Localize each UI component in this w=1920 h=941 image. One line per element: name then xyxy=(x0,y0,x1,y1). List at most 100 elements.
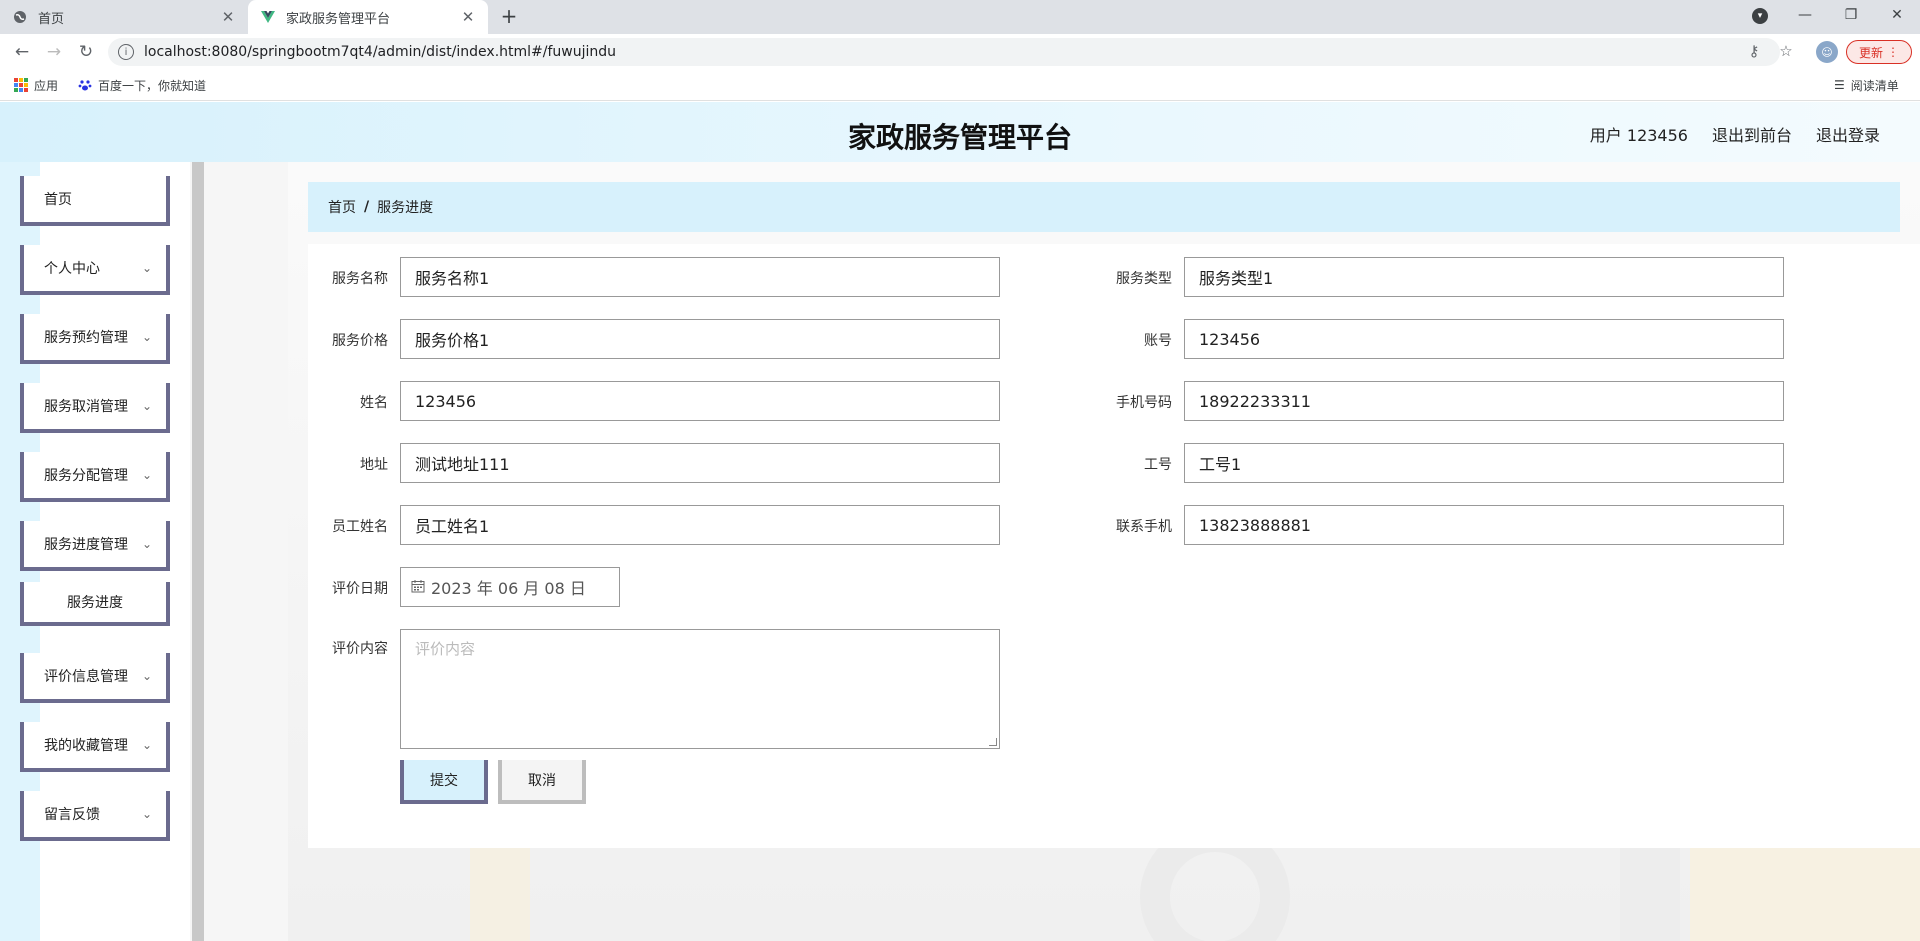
review-date-value: 2023 年 06 月 08 日 xyxy=(431,579,586,598)
sidebar-item-label: 个人中心 xyxy=(44,261,100,277)
browser-tabbar: 首页 ✕ 家政服务管理平台 ✕ + ▾ — ❐ ✕ xyxy=(0,0,1920,34)
account-label: 账号 xyxy=(1144,333,1172,349)
back-to-front-link[interactable]: 退出到前台 xyxy=(1712,122,1792,146)
sidebar-item-progress-management[interactable]: 服务进度管理 ⌄ xyxy=(20,521,170,571)
sidebar-item-home[interactable]: 首页 xyxy=(20,176,170,226)
reading-list-icon: ☰ xyxy=(1834,78,1845,92)
review-content-placeholder: 评价内容 xyxy=(415,640,476,658)
tab-search-icon[interactable]: ▾ xyxy=(1752,8,1768,24)
background-decoration xyxy=(1690,842,1920,941)
chevron-down-icon: ⌄ xyxy=(141,261,152,275)
chevron-down-icon: ⌄ xyxy=(141,738,152,752)
cancel-button[interactable]: 取消 xyxy=(498,760,586,804)
resize-handle[interactable] xyxy=(989,738,997,746)
url-text: localhost:8080/springbootm7qt4/admin/dis… xyxy=(144,44,617,60)
globe-icon xyxy=(12,9,28,25)
sidebar-item-label: 服务预约管理 xyxy=(44,330,128,346)
app-root: 家政服务管理平台 用户 123456 退出到前台 退出登录 首页 个人中心 ⌄ … xyxy=(0,102,1920,941)
employee-id-label: 工号 xyxy=(1144,457,1172,473)
new-tab-icon[interactable]: + xyxy=(498,6,520,28)
review-content-textarea[interactable]: 评价内容 xyxy=(400,629,1000,749)
bookmark-reading-list[interactable]: ☰ 阅读清单 xyxy=(1834,76,1899,94)
contact-phone-input[interactable]: 13823888881 xyxy=(1184,505,1784,545)
app-header: 家政服务管理平台 用户 123456 退出到前台 退出登录 xyxy=(0,102,1920,162)
address-bar[interactable]: i localhost:8080/springbootm7qt4/admin/d… xyxy=(108,38,1780,66)
avatar[interactable]: ☺ xyxy=(1816,41,1838,63)
window-close-icon[interactable]: ✕ xyxy=(1874,0,1920,30)
review-date-label: 评价日期 xyxy=(332,581,388,597)
cancel-label: 取消 xyxy=(528,773,556,789)
update-button[interactable]: 更新 ⋮ xyxy=(1846,40,1912,64)
service-type-input[interactable]: 服务类型1 xyxy=(1184,257,1784,297)
close-icon[interactable]: ✕ xyxy=(460,8,476,26)
star-icon[interactable]: ☆ xyxy=(1775,40,1797,62)
service-price-input[interactable]: 服务价格1 xyxy=(400,319,1000,359)
chevron-down-icon: ⌄ xyxy=(141,330,152,344)
employee-name-input[interactable]: 员工姓名1 xyxy=(400,505,1000,545)
sidebar-item-label: 服务取消管理 xyxy=(44,399,128,415)
bookmark-label: 百度一下，你就知道 xyxy=(98,78,207,93)
phone-label: 手机号码 xyxy=(1116,395,1172,411)
current-user: 用户 123456 xyxy=(1589,126,1688,145)
sidebar-item-feedback[interactable]: 留言反馈 ⌄ xyxy=(20,791,170,841)
sidebar-subitem-progress[interactable]: 服务进度 xyxy=(20,582,170,626)
sidebar-item-label: 服务进度管理 xyxy=(44,537,128,553)
sidebar-item-label: 服务进度 xyxy=(67,595,123,611)
service-name-input[interactable]: 服务名称1 xyxy=(400,257,1000,297)
sidebar-item-label: 我的收藏管理 xyxy=(44,738,128,754)
forward-arrow-icon[interactable]: → xyxy=(42,40,66,64)
sidebar-item-label: 留言反馈 xyxy=(44,807,100,823)
review-date-picker[interactable]: 2023 年 06 月 08 日 xyxy=(400,567,620,607)
bookmark-label: 阅读清单 xyxy=(1850,78,1899,93)
back-arrow-icon[interactable]: ← xyxy=(10,40,34,64)
background-decoration xyxy=(470,842,530,941)
employee-id-input[interactable]: 工号1 xyxy=(1184,443,1784,483)
more-vert-icon: ⋮ xyxy=(1887,45,1899,59)
browser-tab-home[interactable]: 首页 ✕ xyxy=(0,0,248,34)
breadcrumb-current: 服务进度 xyxy=(377,200,434,216)
tab-title: 首页 xyxy=(38,11,65,27)
sidebar-item-booking[interactable]: 服务预约管理 ⌄ xyxy=(20,314,170,364)
chevron-down-icon: ⌄ xyxy=(141,807,152,821)
restore-icon[interactable]: ❐ xyxy=(1828,0,1874,30)
sidebar-item-label: 评价信息管理 xyxy=(44,669,128,685)
bookmark-baidu[interactable]: 百度一下，你就知道 xyxy=(78,76,206,94)
breadcrumb: 首页 / 服务进度 xyxy=(308,182,1900,232)
bookmark-label: 应用 xyxy=(34,78,59,93)
browser-toolbar: ← → ↻ i localhost:8080/springbootm7qt4/a… xyxy=(0,34,1920,70)
info-icon[interactable]: i xyxy=(118,44,134,60)
reload-icon[interactable]: ↻ xyxy=(74,40,98,64)
chevron-down-icon: ⌄ xyxy=(141,399,152,413)
sidebar-item-review[interactable]: 评价信息管理 ⌄ xyxy=(20,653,170,703)
header-links: 用户 123456 退出到前台 退出登录 xyxy=(1590,122,1880,146)
minimize-icon[interactable]: — xyxy=(1782,0,1828,30)
key-icon[interactable]: ⚷ xyxy=(1743,40,1765,62)
chevron-down-icon: ⌄ xyxy=(141,468,152,482)
breadcrumb-home[interactable]: 首页 xyxy=(328,197,356,217)
calendar-icon xyxy=(411,578,425,597)
sidebar-scrollbar[interactable] xyxy=(192,162,204,941)
submit-button[interactable]: 提交 xyxy=(400,760,488,804)
sidebar-item-label: 首页 xyxy=(44,192,72,208)
browser-tab-active[interactable]: 家政服务管理平台 ✕ xyxy=(248,0,488,34)
logout-link[interactable]: 退出登录 xyxy=(1816,122,1880,146)
bookmark-apps[interactable]: 应用 xyxy=(14,76,58,94)
phone-input[interactable]: 18922233311 xyxy=(1184,381,1784,421)
tab-title: 家政服务管理平台 xyxy=(286,11,391,27)
service-type-label: 服务类型 xyxy=(1116,271,1172,287)
name-label: 姓名 xyxy=(360,395,388,411)
service-name-label: 服务名称 xyxy=(332,271,388,287)
sidebar-item-cancellation[interactable]: 服务取消管理 ⌄ xyxy=(20,383,170,433)
sidebar-item-favorites[interactable]: 我的收藏管理 ⌄ xyxy=(20,722,170,772)
sidebar-item-label: 服务分配管理 xyxy=(44,468,128,484)
account-input[interactable]: 123456 xyxy=(1184,319,1784,359)
close-icon[interactable]: ✕ xyxy=(220,8,236,26)
sidebar-item-assignment[interactable]: 服务分配管理 ⌄ xyxy=(20,452,170,502)
progress-form: 服务名称 服务名称1 服务类型 服务类型1 服务价格 服务价格1 账号 1234… xyxy=(308,244,1920,848)
sidebar-item-personal-center[interactable]: 个人中心 ⌄ xyxy=(20,245,170,295)
address-input[interactable]: 测试地址111 xyxy=(400,443,1000,483)
submit-label: 提交 xyxy=(430,773,458,789)
baidu-paw-icon xyxy=(78,78,92,92)
name-input[interactable]: 123456 xyxy=(400,381,1000,421)
apps-grid-icon xyxy=(14,78,28,92)
